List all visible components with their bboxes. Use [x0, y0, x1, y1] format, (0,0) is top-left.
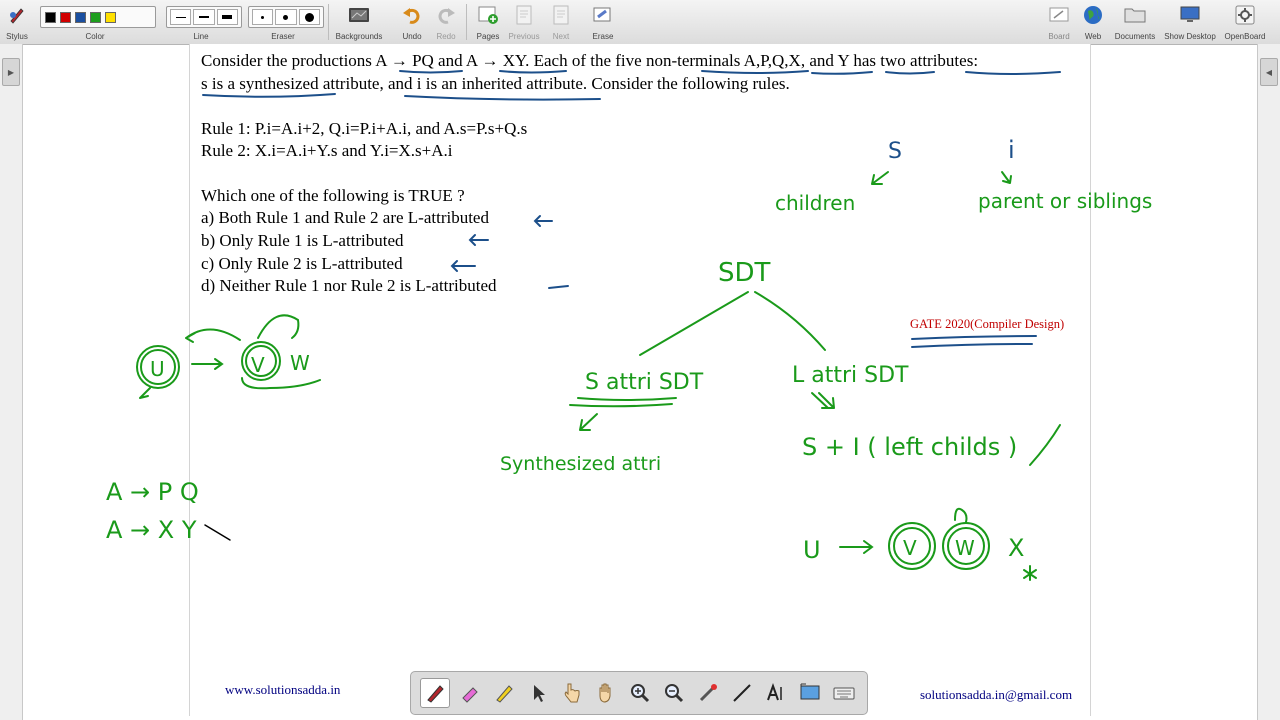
underline-and-y — [885, 71, 935, 75]
hw-l-attri-sdt: L attri SDT — [792, 363, 909, 388]
tree-branch-right — [754, 291, 826, 351]
interact-tool[interactable] — [558, 679, 586, 707]
hw-sdt: SDT — [718, 258, 771, 288]
zoom-out-tool[interactable] — [660, 679, 688, 707]
underline-a-xy — [499, 70, 567, 74]
hand-tool[interactable] — [592, 679, 620, 707]
arrow-to-synthesized — [579, 413, 598, 431]
hand-pointer-icon — [564, 683, 580, 703]
underline-a-pq — [399, 70, 463, 74]
hw-s-attri-sdt: S attri SDT — [585, 370, 704, 395]
capture-tool[interactable] — [796, 679, 824, 707]
underline-two-attributes — [965, 71, 1061, 75]
hw-v-2: V — [903, 536, 917, 560]
text-tool[interactable] — [762, 679, 790, 707]
arrow-option-c — [450, 260, 476, 272]
pen-tool[interactable] — [420, 678, 450, 708]
zoom-in-tool[interactable] — [626, 679, 654, 707]
arrow-option-b — [468, 234, 489, 246]
laser-tool[interactable] — [694, 679, 722, 707]
underline-inherited — [404, 95, 601, 101]
arrow-to-s-plus-i — [811, 392, 835, 409]
marker-tool[interactable] — [490, 679, 518, 707]
hw-s-plus-i: S + I ( left childs ) — [802, 433, 1017, 461]
underline-gate-2 — [911, 343, 1033, 348]
underline-synthesized — [202, 93, 336, 98]
arrow-u-to-v — [839, 540, 874, 554]
hw-s: S — [888, 139, 902, 164]
capture-icon — [800, 683, 820, 700]
hw-children: children — [775, 191, 855, 215]
arrow-u-down — [139, 387, 151, 399]
underline-s-attri-2 — [569, 403, 673, 408]
hw-u-1: U — [150, 357, 165, 381]
hw-x-2: X — [1008, 534, 1024, 562]
hw-a-pq: A → P Q — [106, 478, 199, 506]
line-tool[interactable] — [728, 679, 756, 707]
hw-w-1: W — [290, 351, 310, 375]
pointer-icon — [534, 685, 545, 702]
underline-non-terminals — [701, 70, 809, 74]
highlighter-tool[interactable] — [456, 679, 484, 707]
hw-synthesized: Synthesized attri — [500, 453, 661, 475]
keyboard-icon — [833, 687, 855, 700]
star-mark — [1023, 565, 1037, 581]
arrow-to-parent — [1001, 171, 1012, 184]
zoom-in-icon — [631, 684, 650, 703]
hw-parent-siblings: parent or siblings — [978, 189, 1152, 213]
pen-icon — [427, 685, 444, 703]
underline-gate-1 — [911, 335, 1037, 340]
hw-w-2: W — [955, 536, 975, 560]
hw-a-xy: A → X Y — [106, 516, 197, 544]
blue-handwriting: S i — [888, 136, 1015, 164]
text-icon — [767, 683, 782, 701]
bracket-tail — [1029, 424, 1061, 466]
underline-apqx — [811, 71, 873, 75]
laser-icon — [699, 684, 717, 702]
hand-icon — [599, 683, 611, 703]
arrow-w-to-v — [257, 314, 300, 339]
ink-annotations: S i children parent or siblings SDT S at… — [106, 70, 1152, 581]
arrow-v-to-u — [185, 328, 241, 343]
loop-w — [954, 507, 968, 523]
arrow-to-children — [871, 171, 889, 185]
underline-s-attri — [577, 397, 677, 401]
hw-u-2: U — [803, 536, 821, 564]
line-icon — [733, 684, 751, 702]
blue-underlines — [202, 70, 1061, 348]
zoom-out-icon — [665, 684, 684, 703]
hw-i: i — [1008, 136, 1015, 164]
strike-y — [204, 524, 231, 541]
arrow-option-a — [533, 215, 553, 227]
bottom-tool-palette — [410, 671, 868, 715]
select-tool[interactable] — [524, 679, 552, 707]
dash-option-d — [548, 285, 569, 289]
arrow-u-v — [191, 358, 224, 370]
highlighter-icon — [462, 687, 478, 703]
keyboard-tool[interactable] — [830, 679, 858, 707]
tree-branch-left — [639, 291, 749, 356]
marker-icon — [496, 685, 513, 703]
